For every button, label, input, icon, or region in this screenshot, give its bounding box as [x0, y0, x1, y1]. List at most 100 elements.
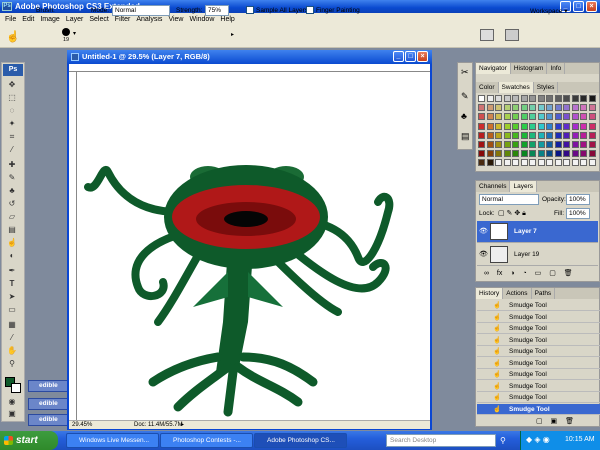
- color-swatch[interactable]: [478, 113, 485, 121]
- color-swatch[interactable]: [546, 95, 553, 102]
- color-swatch[interactable]: [563, 95, 570, 102]
- color-swatch[interactable]: [503, 141, 511, 148]
- color-swatch[interactable]: [529, 131, 536, 139]
- color-swatch[interactable]: [554, 159, 562, 167]
- color-swatch[interactable]: [580, 104, 587, 112]
- toggle-palette-icon[interactable]: [505, 29, 519, 41]
- smudge-tool-icon[interactable]: ☝: [6, 30, 20, 44]
- color-swatch[interactable]: [554, 141, 562, 148]
- crop-tool-icon[interactable]: ⌗: [6, 132, 18, 142]
- shape-tool-icon[interactable]: ▭: [6, 305, 18, 315]
- color-swatch[interactable]: [588, 131, 596, 139]
- color-swatch[interactable]: [495, 122, 502, 130]
- color-swatch[interactable]: [537, 131, 545, 139]
- color-swatch[interactable]: [580, 131, 587, 139]
- history-item[interactable]: ☝ Smudge Tool: [477, 403, 600, 415]
- color-swatch[interactable]: [537, 113, 545, 121]
- color-swatch[interactable]: [503, 159, 511, 167]
- color-swatch[interactable]: [512, 141, 519, 148]
- color-swatch[interactable]: [495, 159, 502, 167]
- hand-tool-icon[interactable]: ✋: [6, 346, 18, 356]
- history-item[interactable]: ☝ Smudge Tool: [477, 335, 600, 346]
- doc-close-button[interactable]: ×: [417, 51, 428, 62]
- gradient-tool-icon[interactable]: ▤: [6, 225, 18, 235]
- swatch-grid[interactable]: [478, 95, 598, 171]
- color-swatch[interactable]: [571, 122, 579, 130]
- eyedropper-sample-tool-icon[interactable]: ⁄: [6, 333, 18, 343]
- color-swatch[interactable]: [503, 122, 511, 130]
- color-swatch[interactable]: [486, 104, 494, 112]
- color-swatch[interactable]: [512, 150, 519, 158]
- color-swatch[interactable]: [478, 122, 485, 130]
- color-swatch[interactable]: [529, 150, 536, 158]
- type-tool-icon[interactable]: T: [6, 279, 18, 289]
- tab-channels[interactable]: Channels: [476, 181, 511, 192]
- lasso-tool-icon[interactable]: ◌: [6, 106, 18, 116]
- ruler-vertical[interactable]: [69, 72, 77, 420]
- color-swatch[interactable]: [554, 95, 562, 102]
- color-swatch[interactable]: [571, 159, 579, 167]
- minimized-doc-1[interactable]: edible: [28, 380, 68, 392]
- history-item[interactable]: ☝ Smudge Tool: [477, 392, 600, 403]
- quick-mask-icon[interactable]: ◉: [6, 397, 18, 407]
- menu-image[interactable]: Image: [37, 13, 62, 26]
- color-swatch[interactable]: [588, 104, 596, 112]
- color-swatch[interactable]: [563, 113, 570, 121]
- color-swatch[interactable]: [537, 150, 545, 158]
- color-swatch[interactable]: [537, 104, 545, 112]
- color-swatch[interactable]: [520, 131, 528, 139]
- layer-name[interactable]: Layer 19: [514, 251, 539, 258]
- color-swatch[interactable]: [563, 131, 570, 139]
- color-swatch[interactable]: [554, 122, 562, 130]
- color-swatch[interactable]: [512, 113, 519, 121]
- color-swatch[interactable]: [503, 104, 511, 112]
- color-swatch[interactable]: [529, 141, 536, 148]
- eraser-tool-icon[interactable]: ▱: [6, 212, 18, 222]
- path-selection-tool-icon[interactable]: ➤: [6, 292, 18, 302]
- layer-row[interactable]: 👁︎ Layer 19: [477, 244, 598, 266]
- color-swatch[interactable]: [495, 141, 502, 148]
- tab-history[interactable]: History: [476, 288, 504, 299]
- color-swatch[interactable]: [529, 104, 536, 112]
- color-swatch[interactable]: [546, 131, 553, 139]
- menu-file[interactable]: File: [2, 13, 19, 26]
- magic-wand-tool-icon[interactable]: ✦: [6, 119, 18, 129]
- close-button[interactable]: ×: [586, 1, 597, 12]
- opacity-input[interactable]: 100%: [566, 194, 590, 205]
- color-swatch[interactable]: [529, 113, 536, 121]
- notes-tool-icon[interactable]: ▦: [6, 320, 18, 330]
- tab-actions[interactable]: Actions: [503, 288, 532, 299]
- tab-styles[interactable]: Styles: [534, 82, 559, 93]
- ps-logo[interactable]: Ps: [3, 64, 23, 76]
- color-swatch[interactable]: [478, 150, 485, 158]
- tools-preset-icon[interactable]: ✂: [461, 67, 469, 78]
- color-swatch[interactable]: [588, 113, 596, 121]
- color-swatch[interactable]: [486, 131, 494, 139]
- color-swatch[interactable]: [563, 122, 570, 130]
- visibility-eye-icon[interactable]: 👁︎: [479, 227, 488, 235]
- lock-icons[interactable]: ▢ ✎ ✥ 🔒︎: [498, 209, 526, 218]
- sample-all-layers-checkbox[interactable]: [246, 6, 254, 14]
- clone-source-icon[interactable]: ♣: [461, 111, 467, 121]
- go-to-bridge-icon[interactable]: [480, 29, 494, 41]
- history-item[interactable]: ☝ Smudge Tool: [477, 346, 600, 357]
- layer-name[interactable]: Layer 7: [514, 228, 537, 235]
- color-swatch[interactable]: [571, 131, 579, 139]
- color-swatch[interactable]: [520, 113, 528, 121]
- color-swatch[interactable]: [512, 95, 519, 102]
- color-swatch[interactable]: [588, 141, 596, 148]
- blend-mode-select[interactable]: Normal: [479, 194, 539, 205]
- color-swatch[interactable]: [495, 95, 502, 102]
- color-swatch[interactable]: [512, 122, 519, 130]
- color-swatch[interactable]: [546, 141, 553, 148]
- color-swatch[interactable]: [520, 141, 528, 148]
- color-swatch[interactable]: [554, 104, 562, 112]
- tab-histogram[interactable]: Histogram: [511, 63, 548, 74]
- color-swatch[interactable]: [563, 104, 570, 112]
- color-swatch[interactable]: [571, 141, 579, 148]
- color-swatch[interactable]: [495, 113, 502, 121]
- color-swatch[interactable]: [520, 150, 528, 158]
- color-swatch[interactable]: [486, 95, 494, 102]
- color-swatch[interactable]: [554, 150, 562, 158]
- doc-size[interactable]: Doc: 11.4M/55.7M: [134, 421, 183, 429]
